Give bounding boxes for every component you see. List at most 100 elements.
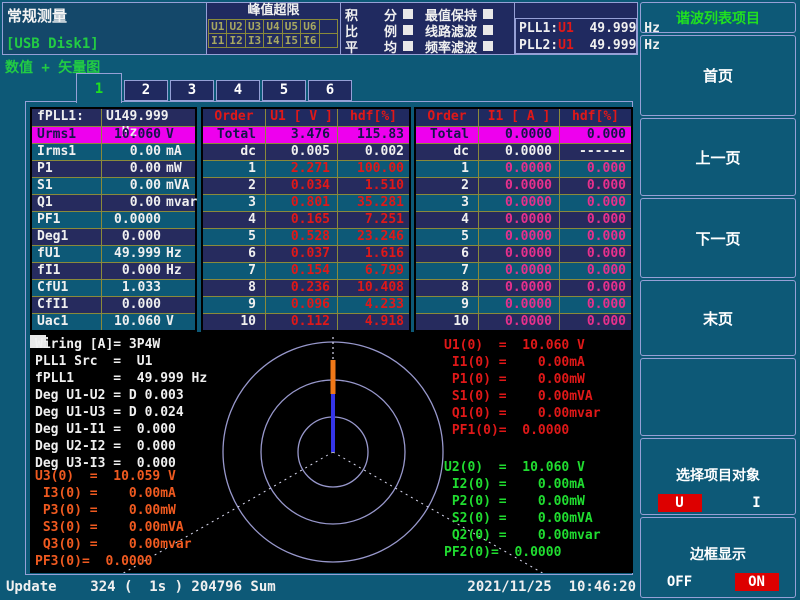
peak-cell-I2: I2 — [226, 33, 245, 48]
row-value: 49.999 — [102, 246, 161, 262]
pll-source: U1 — [558, 21, 574, 36]
row-value: 0.00 — [102, 195, 161, 211]
next-page-button[interactable]: 下一页 — [640, 198, 796, 278]
tab-4[interactable]: 4 — [216, 80, 260, 101]
hdf-cell: 7.251 — [337, 212, 409, 228]
row-label: Q1 — [32, 195, 102, 211]
total-row: Total0.00000.000 — [416, 126, 631, 143]
harmonic-row: 30.80135.281 — [203, 194, 409, 211]
row-value: 1.033 — [102, 280, 161, 296]
table-row: S10.00mVA — [32, 177, 195, 194]
peak-cell-I4: I4 — [263, 33, 282, 48]
peak-cell-I6: I6 — [300, 33, 319, 48]
header-cell: Order — [416, 109, 478, 126]
row-value: 0.000 — [102, 297, 161, 313]
tab-2[interactable]: 2 — [124, 80, 168, 101]
value-cell: 0.0000 — [478, 229, 559, 245]
tab-1[interactable]: 1 — [76, 73, 122, 103]
phase1-value-line: I1(0) = 0.00mA — [444, 354, 601, 371]
harmonic-row: 20.00000.000 — [416, 177, 631, 194]
last-page-button[interactable]: 末页 — [640, 280, 796, 356]
peak-cell-U2: U2 — [226, 19, 245, 34]
phase3-values-block: U3(0) = 10.059 V I3(0) = 0.00mA P3(0) = … — [35, 468, 192, 570]
phase3-value-line: U3(0) = 10.059 V — [35, 468, 192, 485]
hdf-cell: 4.918 — [337, 314, 409, 330]
peak-over-limit-grid: U1U2U3U4U5U6I1I2I3I4I5I6 — [209, 20, 338, 48]
row-unit: mVA — [161, 178, 195, 194]
value-cell: 0.112 — [265, 314, 337, 330]
row-value: 0.000 — [102, 263, 161, 279]
tab-3[interactable]: 3 — [170, 80, 214, 101]
i1-harmonics-table: OrderI1 [ A ]hdf[%]Total0.00000.000dc0.0… — [414, 107, 633, 332]
row-unit: V — [161, 127, 195, 143]
total-cell: 3.476 — [265, 127, 337, 143]
table-row: Uac110.060V — [32, 313, 195, 330]
hdf-cell: 0.000 — [559, 314, 631, 330]
peak-cell-I1: I1 — [208, 33, 227, 48]
row-value: 10.060 — [102, 127, 161, 143]
hdf-cell: 10.408 — [337, 280, 409, 296]
row-value-cell: 0.000Hz — [102, 263, 195, 279]
harmonic-row: 30.00000.000 — [416, 194, 631, 211]
harmonic-row: 90.00000.000 — [416, 296, 631, 313]
table-row: Q10.00mvar — [32, 194, 195, 211]
value-cell: 0.0000 — [478, 195, 559, 211]
harmonic-row: 70.1546.799 — [203, 262, 409, 279]
flag-left-char: 均 — [384, 37, 397, 56]
wiring-info-line: PLL1 Src = U1 — [35, 353, 207, 370]
row-value-cell: 0.00mvar — [102, 195, 195, 211]
order-cell: 8 — [416, 280, 478, 296]
first-page-button[interactable]: 首页 — [640, 35, 796, 116]
header-cell: I1 [ A ] — [478, 109, 559, 126]
peak-cell-U6: U6 — [300, 19, 319, 34]
border-off-option[interactable]: OFF — [658, 573, 702, 591]
prev-page-button[interactable]: 上一页 — [640, 118, 796, 196]
value-cell: 0.165 — [265, 212, 337, 228]
value-cell: 0.0000 — [478, 246, 559, 262]
sidebar-empty-button[interactable] — [640, 358, 796, 436]
peak-cell-I5: I5 — [282, 33, 301, 48]
row-value: 0.00 — [102, 144, 161, 160]
tab-6[interactable]: 6 — [308, 80, 352, 101]
border-on-option[interactable]: ON — [735, 573, 779, 591]
tab-5[interactable]: 5 — [262, 80, 306, 101]
hdf-cell: 0.000 — [559, 280, 631, 296]
phase2-value-line: PF2(0)= 0.0000 — [444, 544, 601, 561]
row-label: Uac1 — [32, 314, 102, 330]
row-value-cell: 0.00mVA — [102, 178, 195, 194]
select-item-object-label: 选择项目对象 — [641, 465, 795, 485]
border-display-label: 边框显示 — [641, 544, 795, 564]
table-row-selected: Urms110.060V — [32, 126, 195, 143]
row-value-cell: 1.033 — [102, 280, 195, 296]
object-u-option[interactable]: U — [658, 494, 702, 512]
order-cell: 8 — [203, 280, 265, 296]
order-cell: 5 — [203, 229, 265, 245]
object-i-option[interactable]: I — [735, 494, 779, 512]
harmonic-row: 90.0964.233 — [203, 296, 409, 313]
wiring-info-block: Wiring [A]= 3P4WPLL1 Src = U1fPLL1 = 49.… — [35, 336, 207, 472]
pll-source: U1 — [558, 38, 574, 53]
row-value-cell: 0.0000 — [102, 212, 195, 228]
hdf-cell: 35.281 — [337, 195, 409, 211]
row-unit: mW — [161, 161, 195, 177]
order-cell: 9 — [203, 297, 265, 313]
phase2-value-line: P2(0) = 0.00mW — [444, 493, 601, 510]
row-label: PF1 — [32, 212, 102, 228]
total-cell: 0.000 — [559, 127, 631, 143]
phase2-value-line: S2(0) = 0.00mVA — [444, 510, 601, 527]
row-value-cell: 0.00mA — [102, 144, 195, 160]
order-cell: 2 — [416, 178, 478, 194]
value-cell: 0.528 — [265, 229, 337, 245]
value-cell: 0.0000 — [478, 297, 559, 313]
table-row: CfU11.033 — [32, 279, 195, 296]
measurement-mode-section: 常规测量 [USB Disk1] — [3, 3, 206, 54]
header-cell: hdf[%] — [337, 109, 409, 126]
peak-over-limit-title: 峰值超限 — [207, 3, 340, 20]
indicator-square — [483, 41, 493, 51]
flag-left-char: 平 — [345, 37, 358, 56]
indicator-square — [403, 41, 413, 51]
table-row: P10.00mW — [32, 160, 195, 177]
row-label: S1 — [32, 178, 102, 194]
wiring-info-line: Deg U1-U2 = D 0.003 — [35, 387, 207, 404]
hdf-cell: 100.00 — [337, 161, 409, 177]
